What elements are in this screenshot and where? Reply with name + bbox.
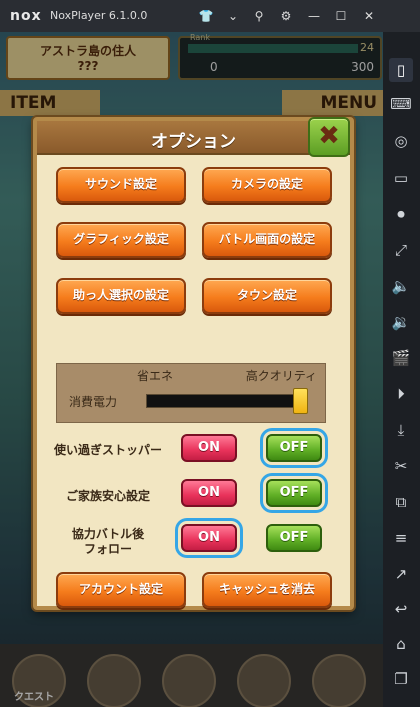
account-settings-button[interactable]: アカウント設定: [56, 572, 186, 608]
overuse-stopper-off-button[interactable]: OFF: [266, 434, 322, 462]
record-icon[interactable]: ⏺: [389, 202, 413, 226]
shirt-icon[interactable]: 👕: [195, 6, 217, 26]
family-safety-label: ご家族安心設定: [65, 489, 150, 503]
pin-icon[interactable]: ⚲: [248, 6, 270, 26]
close-dialog-button[interactable]: ✖: [308, 117, 350, 157]
screen-icon[interactable]: ▭: [389, 166, 413, 190]
dialog-header: オプション: [37, 121, 350, 155]
power-label: 消費電力: [69, 395, 118, 409]
game-screen: アストラ島の住人 ??? Rank 24 0 300 ITEM MENU クエス…: [0, 32, 383, 707]
phone-icon[interactable]: ▯: [389, 58, 413, 82]
dialog-title: オプション: [151, 132, 236, 152]
fullscreen-icon[interactable]: ⤢: [389, 238, 413, 262]
back-icon[interactable]: ↩: [389, 597, 413, 621]
scissors-icon[interactable]: ✂: [389, 454, 413, 478]
emulator-toolbar: ▯ ⌨ ◎ ▭ ⏺ ⤢ 🔈 🔉 🎬 ⏵ ⤓ ✂ ⧉ ≡ ↗ ↩ ⌂ ❐: [383, 32, 420, 707]
family-safety-on-button[interactable]: ON: [181, 479, 237, 507]
chevron-down-icon[interactable]: ⌄: [222, 6, 244, 26]
family-safety-off-button[interactable]: OFF: [266, 479, 322, 507]
power-high-quality-label: 高クオリティ: [245, 369, 317, 383]
power-slider-track[interactable]: [146, 394, 306, 408]
power-consumption-panel: 省エネ 高クオリティ 消費電力: [56, 363, 326, 423]
location-icon[interactable]: ◎: [389, 129, 413, 153]
expand-icon[interactable]: ↗: [389, 562, 413, 586]
coop-follow-off-button[interactable]: OFF: [266, 524, 322, 552]
keyboard-icon[interactable]: ⌨: [389, 92, 413, 116]
sound-settings-button[interactable]: サウンド設定: [56, 167, 186, 203]
maximize-icon[interactable]: ☐: [330, 6, 352, 26]
window-title: NoxPlayer 6.1.0.0: [50, 9, 148, 22]
close-x-icon: ✖: [318, 121, 340, 151]
macro-icon[interactable]: ⏵: [389, 382, 413, 406]
gear-icon[interactable]: ⚙: [275, 6, 297, 26]
video-icon[interactable]: 🎬: [389, 346, 413, 370]
minimize-icon[interactable]: —: [303, 6, 325, 26]
home-icon[interactable]: ⌂: [389, 632, 413, 656]
helper-select-settings-button[interactable]: 助っ人選択の設定: [56, 278, 186, 314]
close-icon[interactable]: ✕: [358, 6, 380, 26]
volume-down-icon[interactable]: 🔈: [389, 274, 413, 298]
menu-icon[interactable]: ≡: [389, 526, 413, 550]
clear-cache-button[interactable]: キャッシュを消去: [202, 572, 332, 608]
coop-follow-on-button[interactable]: ON: [181, 524, 237, 552]
battle-screen-settings-button[interactable]: バトル画面の設定: [202, 222, 332, 258]
apk-install-icon[interactable]: ⤓: [389, 418, 413, 442]
graphic-settings-button[interactable]: グラフィック設定: [56, 222, 186, 258]
recent-apps-icon[interactable]: ❐: [389, 667, 413, 691]
volume-up-icon[interactable]: 🔉: [389, 310, 413, 334]
power-eco-label: 省エネ: [137, 369, 174, 383]
multi-instance-icon[interactable]: ⧉: [389, 490, 413, 514]
power-slider-knob[interactable]: [293, 388, 308, 414]
overuse-stopper-label: 使い過ぎストッパー: [53, 443, 162, 457]
window-titlebar: nox NoxPlayer 6.1.0.0 👕 ⌄ ⚲ ⚙ — ☐ ✕: [0, 0, 420, 32]
nox-logo: nox: [10, 8, 42, 24]
options-dialog: オプション ✖ サウンド設定 カメラの設定 グラフィック設定 バトル画面の設定 …: [33, 117, 354, 610]
coop-follow-label-line2: フォロー: [83, 542, 132, 556]
town-settings-button[interactable]: タウン設定: [202, 278, 332, 314]
camera-settings-button[interactable]: カメラの設定: [202, 167, 332, 203]
overuse-stopper-on-button[interactable]: ON: [181, 434, 237, 462]
